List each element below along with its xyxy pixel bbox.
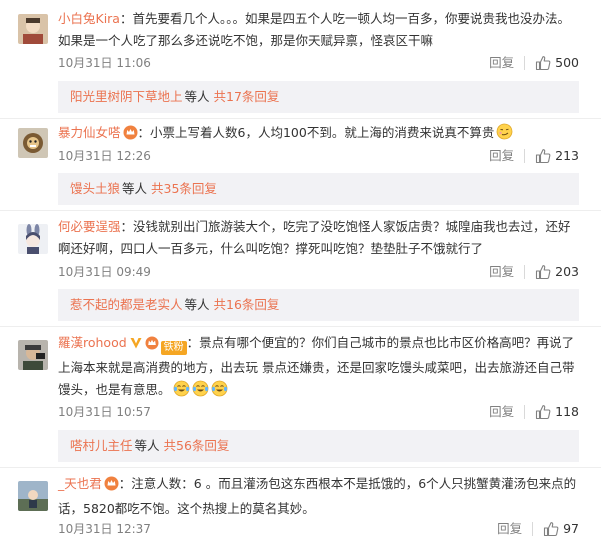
avatar[interactable] — [18, 14, 48, 44]
action-divider — [524, 149, 526, 163]
reply-button[interactable]: 回复 — [497, 519, 522, 538]
comment-divider — [0, 118, 601, 119]
like-button[interactable]: 118 — [535, 402, 579, 422]
like-button[interactable]: 500 — [535, 53, 579, 73]
sub-reply-bar[interactable]: 惹不起的都是老实人 等人 共16条回复 — [58, 289, 579, 321]
comment-divider — [0, 326, 601, 327]
avatar[interactable] — [18, 481, 48, 511]
sub-reply-total[interactable]: 共16条回复 — [214, 297, 280, 312]
reply-button[interactable]: 回复 — [489, 262, 514, 282]
reply-button[interactable]: 回复 — [489, 53, 514, 73]
vip-crown-badge — [123, 125, 138, 147]
comment-text: 小白兔Kira：首先要看几个人。。。如果是四五个人吃一顿人均一百多，你要说贵我也… — [58, 8, 579, 52]
comment-actions: 回复 500 — [489, 53, 579, 73]
comment-actions: 回复 118 — [489, 402, 579, 422]
comment-username[interactable]: 何必要逞强 — [58, 219, 121, 234]
comment-meta: 10月31日 12:37 回复 97 — [58, 519, 579, 538]
comment-time: 10月31日 12:26 — [58, 149, 151, 163]
comment-body: ：没钱就别出门旅游装大个，吃完了没吃饱怪人家饭店贵？城隍庙我也去过，还好啊还好啊… — [58, 219, 571, 256]
laughing-tears-emoji — [173, 380, 190, 404]
avatar[interactable] — [18, 224, 48, 254]
reply-button[interactable]: 回复 — [489, 402, 514, 422]
sub-reply-etc: 等人 — [122, 181, 148, 196]
sub-reply-bar[interactable]: 嗒村儿主任 等人 共56条回复 — [58, 430, 579, 462]
like-button[interactable]: 213 — [535, 146, 579, 166]
sub-reply-bar[interactable]: 阳光里树阴下草地上 等人 共17条回复 — [58, 81, 579, 113]
sub-reply-user[interactable]: 惹不起的都是老实人 — [70, 297, 183, 312]
thumbs-up-icon — [536, 56, 551, 71]
sub-reply-etc: 等人 — [184, 297, 210, 312]
reply-button[interactable]: 回复 — [489, 146, 514, 166]
thumbs-up-icon — [536, 405, 551, 420]
vip-crown-badge — [145, 335, 159, 357]
comment-divider — [0, 467, 601, 468]
comment-meta: 10月31日 09:49 回复 203 — [58, 262, 579, 282]
sub-reply-user[interactable]: 阳光里树阴下草地上 — [70, 89, 183, 104]
sub-reply-etc: 等人 — [184, 89, 210, 104]
like-count: 118 — [555, 404, 579, 419]
sub-reply-etc: 等人 — [134, 438, 160, 453]
comment-time: 10月31日 12:37 — [58, 522, 151, 536]
comment-text: _天也君 ：注意人数：6 。而且灌汤包这东西根本不是抵饿的，6个人只挑蟹黄灌汤包来… — [58, 473, 579, 520]
comment-divider — [0, 210, 601, 211]
comment-actions: 回复 203 — [489, 262, 579, 282]
comment-body: ：首先要看几个人。。。如果是四五个人吃一顿人均一百多，你要说贵我也没办法。如果是… — [58, 11, 570, 48]
comment-meta: 10月31日 12:26 回复 213 — [58, 146, 579, 166]
thumbs-up-icon — [536, 149, 551, 164]
comment-text: 羅漢rohood 铁粉 ：景点有哪个便宜的？你们自己城市的景点也比市区价格高吧？再说… — [58, 332, 579, 404]
thumbs-up-icon — [536, 265, 551, 280]
vip-crown-badge — [104, 476, 119, 498]
sub-reply-user[interactable]: 馒头土狼 — [70, 181, 120, 196]
comment-username[interactable]: 暴力仙女嗒 — [58, 125, 121, 140]
laughing-tears-emoji — [211, 380, 228, 404]
like-button[interactable]: 203 — [535, 262, 579, 282]
comment-body: ：小票上写着人数6，人均100不到。就上海的消费来说真不算贵 — [137, 125, 495, 140]
action-divider — [524, 265, 526, 279]
action-divider — [532, 522, 534, 536]
fan-badge: 铁粉 — [160, 341, 187, 355]
comment-body: ：注意人数：6 。而且灌汤包这东西根本不是抵饿的，6个人只挑蟹黄灌汤包来点的话，… — [58, 476, 577, 516]
avatar[interactable] — [18, 340, 48, 370]
comment-meta: 10月31日 10:57 回复 118 — [58, 402, 579, 422]
sub-reply-user[interactable]: 嗒村儿主任 — [70, 438, 133, 453]
comment-time: 10月31日 11:06 — [58, 56, 151, 70]
sub-reply-total[interactable]: 共35条回复 — [151, 181, 217, 196]
gold-v-icon — [129, 335, 143, 357]
smirk-emoji — [496, 123, 513, 147]
like-button[interactable]: 97 — [543, 519, 579, 538]
like-count: 213 — [555, 148, 579, 163]
sub-reply-total[interactable]: 共17条回复 — [214, 89, 280, 104]
sub-reply-bar[interactable]: 馒头土狼 等人 共35条回复 — [58, 173, 579, 205]
comment-time: 10月31日 10:57 — [58, 405, 151, 419]
like-count: 203 — [555, 264, 579, 279]
action-divider — [524, 405, 526, 419]
like-count: 500 — [555, 55, 579, 70]
laughing-tears-emoji — [192, 380, 209, 404]
comment-text: 何必要逞强：没钱就别出门旅游装大个，吃完了没吃饱怪人家饭店贵？城隍庙我也去过，还… — [58, 216, 579, 260]
sub-reply-total[interactable]: 共56条回复 — [164, 438, 230, 453]
avatar[interactable] — [18, 128, 48, 158]
comment-actions: 回复 97 — [497, 519, 579, 538]
comment-username[interactable]: 羅漢rohood — [58, 335, 127, 350]
comment-username[interactable]: 小白兔Kira — [58, 11, 120, 26]
comment-text: 暴力仙女嗒 ：小票上写着人数6，人均100不到。就上海的消费来说真不算贵 — [58, 122, 579, 147]
action-divider — [524, 56, 526, 70]
thumbs-up-icon — [544, 522, 559, 537]
comment-meta: 10月31日 11:06 回复 500 — [58, 53, 579, 73]
comment-time: 10月31日 09:49 — [58, 265, 151, 279]
like-count: 97 — [563, 521, 579, 536]
comment-actions: 回复 213 — [489, 146, 579, 166]
comment-username[interactable]: _天也君 — [58, 476, 102, 491]
